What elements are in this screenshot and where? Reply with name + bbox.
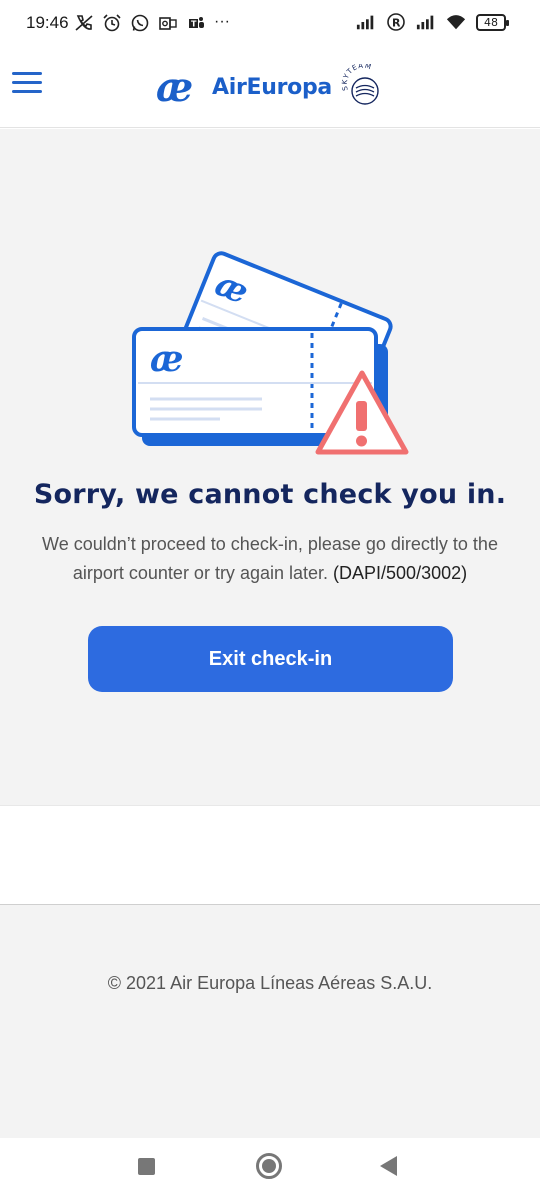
signal-icon (356, 15, 374, 30)
svg-text:R: R (392, 17, 401, 30)
status-bar: 19:46 T ··· R 48 (0, 0, 540, 48)
content-spacer (0, 805, 540, 904)
exit-checkin-button[interactable]: Exit check-in (88, 626, 453, 692)
error-code: (DAPI/500/3002) (333, 563, 468, 583)
registered-icon: R (387, 13, 405, 31)
error-title: Sorry, we cannot check you in. (33, 479, 507, 510)
alarm-icon (103, 14, 121, 32)
svg-text:æ: æ (156, 67, 193, 107)
app-header: æ AirEuropa SKYTEAM (0, 48, 540, 128)
battery-icon: 48 (476, 13, 509, 31)
ae-logo-icon: æ (156, 67, 193, 107)
wifi-icon (446, 15, 466, 30)
muted-call-icon (75, 15, 93, 31)
skyteam-logo-icon: SKYTEAM (341, 64, 379, 105)
copyright-text: © 2021 Air Europa Líneas Aéreas S.A.U. (107, 973, 433, 993)
status-time: 19:46 (26, 13, 69, 32)
recents-square-icon[interactable] (138, 1158, 155, 1175)
home-circle-icon[interactable] (256, 1153, 282, 1179)
svg-text:æ: æ (150, 338, 184, 380)
hamburger-menu-icon[interactable] (12, 70, 44, 96)
teams-icon: T (189, 17, 204, 29)
signal-icon (416, 15, 434, 30)
status-system-icons: R 48 (356, 12, 509, 32)
checkin-error-panel: æ æ Sorry, we cannot check you in. We co… (0, 129, 540, 805)
brand-name: AirEuropa (212, 74, 332, 100)
airline-logo[interactable]: æ AirEuropa SKYTEAM (156, 62, 386, 112)
outlook-icon (159, 17, 177, 30)
whatsapp-icon (131, 14, 149, 32)
error-message: We couldn’t proceed to check-in, please … (20, 530, 520, 588)
footer: © 2021 Air Europa Líneas Aéreas S.A.U. (0, 904, 540, 1138)
status-notification-icons: T ··· (74, 13, 234, 33)
back-triangle-icon[interactable] (380, 1156, 397, 1176)
system-navigation-bar (0, 1138, 540, 1200)
boarding-pass-error-illustration: æ æ (132, 251, 409, 455)
svg-text:T: T (191, 20, 197, 29)
more-dots-icon: ··· (214, 13, 230, 30)
